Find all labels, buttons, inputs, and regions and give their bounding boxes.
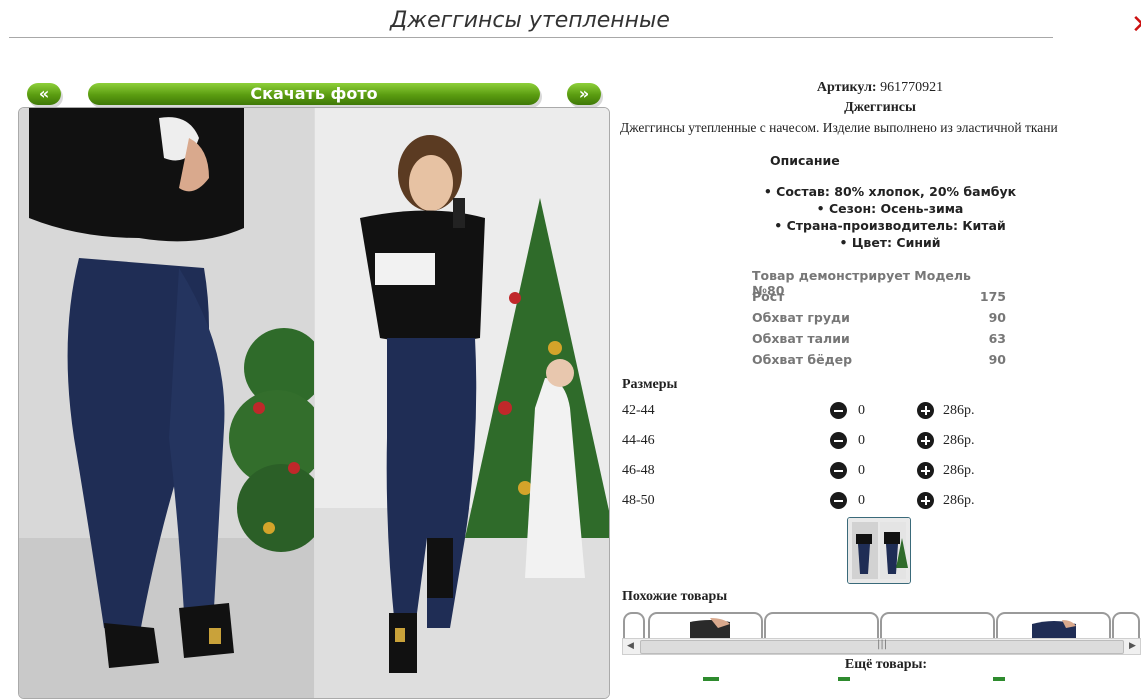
model-info: Товар демонстрирует Модель №80 Рост 175 … xyxy=(752,268,1006,373)
model-value: 175 xyxy=(979,289,1006,304)
similar-product-card[interactable] xyxy=(623,612,645,638)
description-heading: Описание xyxy=(770,153,840,168)
product-photo-left-view xyxy=(19,108,314,698)
model-label: Обхват груди xyxy=(752,310,850,325)
scroll-left-icon[interactable]: ◀ xyxy=(623,639,638,654)
feature-item: • Сезон: Осень-зима xyxy=(816,201,964,216)
minus-circle-icon[interactable] xyxy=(830,462,847,479)
article-label: Артикул: xyxy=(816,80,877,95)
quantity-value: 0 xyxy=(858,433,865,448)
similar-product-image xyxy=(690,618,730,638)
plus-circle-icon[interactable] xyxy=(917,492,934,509)
model-label: Обхват талии xyxy=(752,331,850,346)
size-row: 42-44 0 286р. xyxy=(622,400,1122,424)
model-label: Рост xyxy=(752,289,785,304)
product-photo[interactable] xyxy=(18,107,610,699)
more-products-heading: Ещё товары: xyxy=(844,657,928,672)
model-heading: Товар демонстрирует Модель №80 xyxy=(752,268,971,298)
size-label: 42-44 xyxy=(622,403,655,418)
prev-photo-button[interactable]: « xyxy=(27,83,61,105)
quantity-value: 0 xyxy=(858,403,865,418)
more-product-link[interactable] xyxy=(993,677,1005,681)
size-row: 44-46 0 286р. xyxy=(622,430,1122,454)
plus-circle-icon[interactable] xyxy=(917,462,934,479)
similar-products-carousel xyxy=(622,612,1140,638)
model-value: 90 xyxy=(988,310,1006,325)
more-product-link[interactable] xyxy=(703,677,719,681)
scrollbar-thumb[interactable]: ||| xyxy=(640,639,1124,654)
model-row: Обхват талии 63 xyxy=(752,331,1006,352)
plus-circle-icon[interactable] xyxy=(917,432,934,449)
scroll-right-icon[interactable]: ▶ xyxy=(1125,639,1140,654)
product-photo-right-view xyxy=(315,108,609,698)
next-photo-button[interactable]: » xyxy=(567,83,601,105)
model-label: Обхват бёдер xyxy=(752,352,853,367)
price-value: 286р. xyxy=(943,463,975,478)
size-label: 48-50 xyxy=(622,493,655,508)
model-row: Обхват бёдер 90 xyxy=(752,352,1006,373)
product-description: Джеггинсы утепленные с начесом. Изделие … xyxy=(620,120,1058,135)
grip-icon: ||| xyxy=(877,639,888,650)
photo-left-illustration xyxy=(19,108,314,698)
size-row: 48-50 0 286р. xyxy=(622,490,1122,514)
size-label: 44-46 xyxy=(622,433,655,448)
minus-circle-icon[interactable] xyxy=(830,492,847,509)
similar-heading: Похожие товары xyxy=(622,589,728,604)
article-value: 961770921 xyxy=(880,80,944,95)
horizontal-scrollbar[interactable]: ◀ ||| ▶ xyxy=(622,638,1141,655)
feature-list: • Состав: 80% хлопок, 20% бамбук • Сезон… xyxy=(720,183,1060,251)
quantity-value: 0 xyxy=(858,493,865,508)
page-title: Джеггинсы утепленные xyxy=(390,8,670,33)
thumbnail-illustration xyxy=(848,518,910,583)
product-type: Джеггинсы xyxy=(844,100,916,115)
quantity-value: 0 xyxy=(858,463,865,478)
similar-product-card[interactable] xyxy=(648,612,763,638)
feature-item: • Состав: 80% хлопок, 20% бамбук xyxy=(763,184,1017,199)
minus-circle-icon[interactable] xyxy=(830,402,847,419)
photo-right-illustration xyxy=(315,108,609,698)
similar-product-card[interactable] xyxy=(764,612,879,638)
size-row: 46-48 0 286р. xyxy=(622,460,1122,484)
similar-product-image xyxy=(1032,620,1076,638)
article-line: Артикул: 961770921 xyxy=(620,80,1140,96)
similar-product-card[interactable] xyxy=(880,612,995,638)
sizes-heading: Размеры xyxy=(622,377,678,392)
title-divider xyxy=(9,37,1053,38)
price-value: 286р. xyxy=(943,403,975,418)
price-value: 286р. xyxy=(943,433,975,448)
feature-item: • Страна-производитель: Китай xyxy=(774,218,1006,233)
similar-product-card[interactable] xyxy=(1112,612,1140,638)
model-row: Рост 175 xyxy=(752,289,1006,310)
size-label: 46-48 xyxy=(622,463,655,478)
model-row: Обхват груди 90 xyxy=(752,310,1006,331)
photo-thumbnail[interactable] xyxy=(847,517,911,584)
price-value: 286р. xyxy=(943,493,975,508)
more-product-link[interactable] xyxy=(838,677,850,681)
download-photo-button[interactable]: Скачать фото xyxy=(88,83,540,105)
minus-circle-icon[interactable] xyxy=(830,432,847,449)
close-x-icon[interactable]: ✕ xyxy=(1131,10,1141,40)
model-value: 90 xyxy=(988,352,1006,367)
similar-product-card[interactable] xyxy=(996,612,1111,638)
feature-item: • Цвет: Синий xyxy=(839,235,941,250)
model-value: 63 xyxy=(988,331,1006,346)
plus-circle-icon[interactable] xyxy=(917,402,934,419)
